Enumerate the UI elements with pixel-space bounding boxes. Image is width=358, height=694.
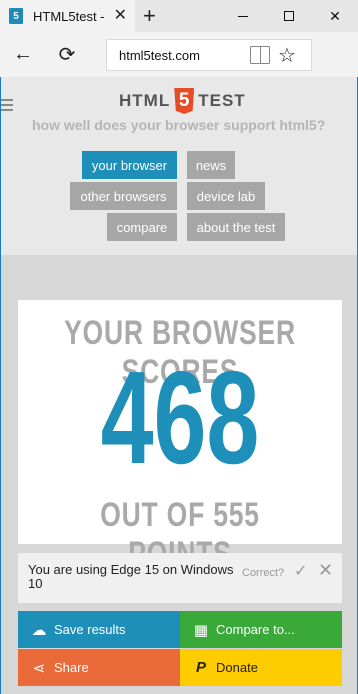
maximize-button[interactable] xyxy=(266,0,312,32)
paypal-icon: P xyxy=(195,659,206,676)
new-tab-icon[interactable]: + xyxy=(143,5,156,27)
nav-news[interactable]: news xyxy=(187,151,235,179)
nav-device-lab[interactable]: device lab xyxy=(187,182,265,210)
cloud-upload-icon: ☁ xyxy=(31,621,47,639)
correct-prompt: Correct? xyxy=(242,567,285,579)
html5-favicon-icon: 5 xyxy=(9,8,23,24)
refresh-icon[interactable]: ⟳ xyxy=(55,42,79,66)
tagline: how well does your browser support html5… xyxy=(32,117,326,133)
nav-other-browsers[interactable]: other browsers xyxy=(70,182,177,210)
close-window-button[interactable]: ✕ xyxy=(312,0,358,32)
grid-icon: ▦ xyxy=(193,621,209,639)
compare-to-button[interactable]: ▦ Compare to... xyxy=(180,611,342,648)
score-card: YOUR BROWSER SCORES 468 OUT OF 555 POINT… xyxy=(18,300,342,573)
share-label: Share xyxy=(54,660,89,675)
nav-your-browser[interactable]: your browser xyxy=(82,151,177,179)
nav-compare[interactable]: compare xyxy=(107,213,177,241)
minimize-button[interactable] xyxy=(220,0,266,32)
url-text[interactable]: html5test.com xyxy=(119,48,200,63)
favorite-star-icon[interactable]: ☆ xyxy=(278,43,296,68)
site-logo[interactable]: HTML 5 TEST xyxy=(119,88,246,114)
compare-to-label: Compare to... xyxy=(216,622,295,637)
site-header: HTML 5 TEST how well does your browser s… xyxy=(1,77,357,255)
back-icon[interactable]: ← xyxy=(11,42,35,66)
tab-title: HTML5test - xyxy=(33,8,105,24)
logo-test-text: TEST xyxy=(198,91,246,110)
tab-close-icon[interactable]: ✕ xyxy=(114,8,127,24)
address-bar-row: ← ⟳ html5test.com ☆ xyxy=(0,32,358,77)
menu-icon[interactable] xyxy=(1,99,13,111)
share-button[interactable]: ⋖ Share xyxy=(18,649,180,686)
address-bar[interactable]: html5test.com ☆ xyxy=(106,39,312,71)
detection-text: You are using Edge 15 on Windows 10 xyxy=(28,562,234,591)
html5-shield-icon: 5 xyxy=(174,88,195,114)
save-results-button[interactable]: ☁ Save results xyxy=(18,611,180,648)
save-results-label: Save results xyxy=(54,622,126,637)
title-bar: 5 HTML5test - ✕ + ✕ xyxy=(0,0,358,32)
browser-detection-bar: You are using Edge 15 on Windows 10 Corr… xyxy=(18,553,342,603)
maximize-icon xyxy=(284,11,294,21)
logo-html-text: HTML xyxy=(119,91,171,110)
confirm-check-icon[interactable]: ✓ xyxy=(294,561,307,581)
page-content: HTML 5 TEST how well does your browser s… xyxy=(1,77,357,694)
donate-label: Donate xyxy=(216,660,258,675)
score-value: 468 xyxy=(100,344,260,491)
reading-view-icon[interactable] xyxy=(250,46,270,64)
share-icon: ⋖ xyxy=(32,659,46,677)
reject-x-icon[interactable]: ✕ xyxy=(318,560,333,581)
minimize-icon xyxy=(238,15,248,17)
browser-tab[interactable]: 5 HTML5test - ✕ xyxy=(0,0,135,32)
nav-about-the-test[interactable]: about the test xyxy=(187,213,285,241)
donate-button[interactable]: P Donate xyxy=(180,649,342,686)
